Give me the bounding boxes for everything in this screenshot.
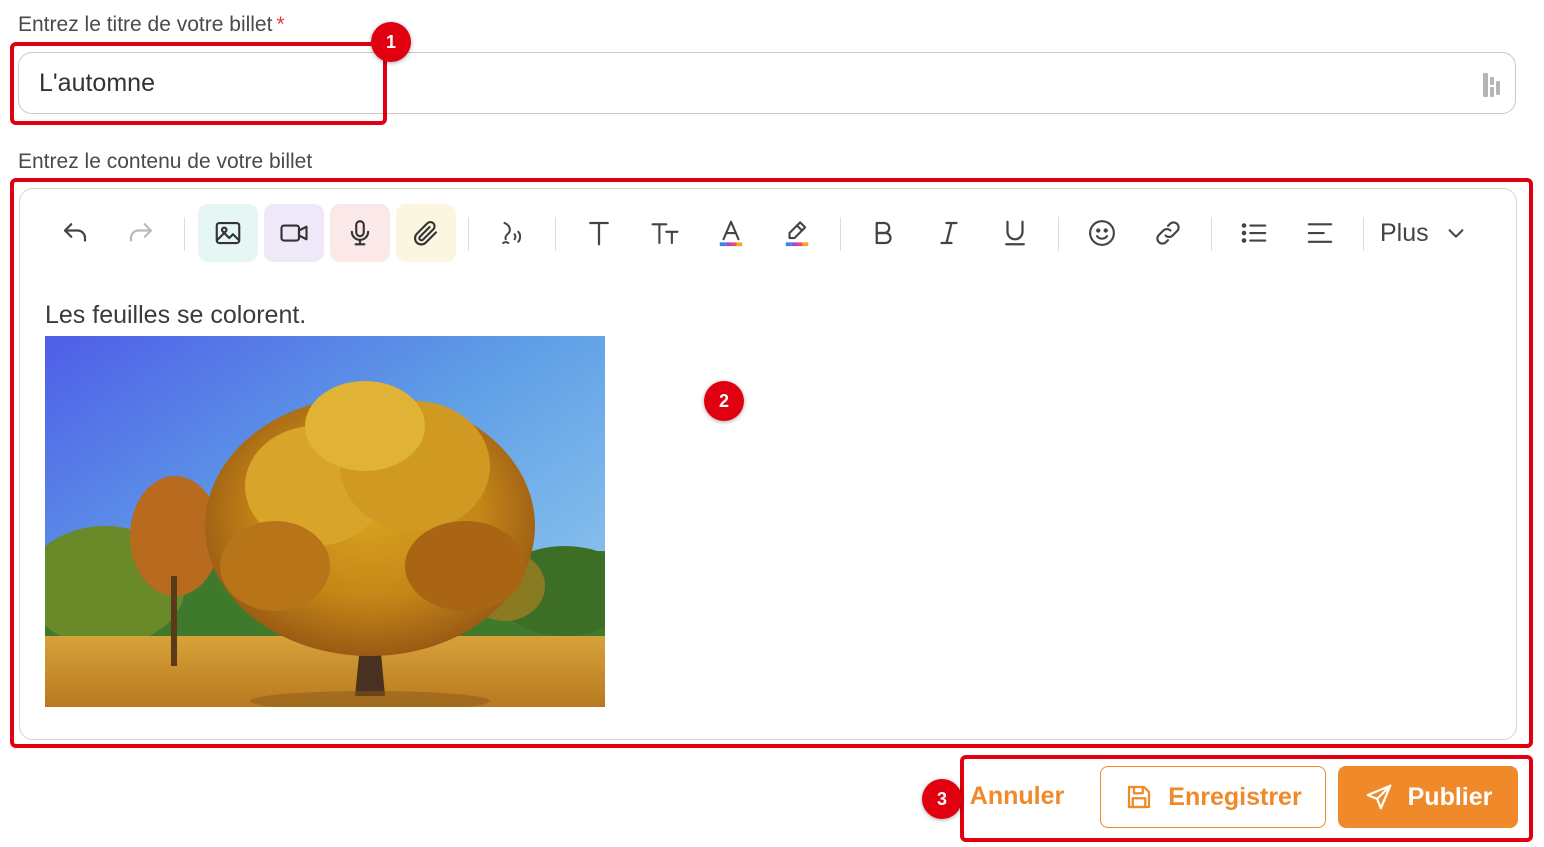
voice-dictation-icon (502, 222, 522, 244)
undo-icon (63, 223, 87, 242)
toolbar-separator (840, 217, 841, 251)
underline-button[interactable] (985, 204, 1045, 262)
save-button-label: Enregistrer (1168, 782, 1302, 811)
annotation-badge-2: 2 (704, 381, 744, 421)
save-icon (1128, 785, 1151, 809)
link-icon (1156, 221, 1180, 245)
underline-icon (1005, 220, 1025, 246)
undo-button[interactable] (45, 204, 105, 262)
editor-body-text: Les feuilles se colorent. (45, 301, 307, 329)
toolbar-separator (184, 217, 185, 251)
toolbar-separator (1211, 217, 1212, 251)
align-button[interactable] (1290, 204, 1350, 262)
publish-button-label: Publier (1407, 782, 1493, 811)
highlight-button[interactable] (767, 204, 827, 262)
microphone-icon (350, 220, 370, 246)
text-color-button[interactable] (701, 204, 761, 262)
attach-file-button[interactable] (396, 204, 456, 262)
toolbar-separator (555, 217, 556, 251)
emoji-icon (1089, 220, 1115, 246)
required-mark: * (276, 13, 285, 36)
italic-button[interactable] (919, 204, 979, 262)
more-options-label: Plus (1380, 218, 1429, 247)
bullet-list-icon (1241, 223, 1267, 243)
more-options-button[interactable]: Plus (1380, 204, 1490, 262)
editor-toolbar: Plus (20, 189, 1516, 279)
text-style-button[interactable] (569, 204, 629, 262)
bullet-list-button[interactable] (1224, 204, 1284, 262)
italic-icon (940, 221, 958, 245)
insert-video-button[interactable] (264, 204, 324, 262)
redo-button[interactable] (111, 204, 171, 262)
image-icon (215, 221, 241, 245)
title-label: Entrez le titre de votre billet * (18, 13, 285, 37)
video-icon (280, 224, 308, 242)
toolbar-separator (1363, 217, 1364, 251)
link-button[interactable] (1138, 204, 1198, 262)
title-input-value: L'automne (39, 68, 155, 97)
paperclip-icon (414, 221, 438, 246)
annotation-badge-1: 1 (371, 22, 411, 62)
annotation-badge-3: 3 (922, 779, 962, 819)
publish-button[interactable]: Publier (1338, 766, 1518, 828)
toolbar-separator (468, 217, 469, 251)
redo-icon (129, 223, 153, 242)
chevron-down-icon (1448, 229, 1464, 238)
title-input[interactable]: L'automne (18, 52, 1516, 114)
insert-image-button[interactable] (198, 204, 258, 262)
emoji-button[interactable] (1072, 204, 1132, 262)
highlight-icon (785, 221, 809, 247)
tree-illustration (45, 336, 605, 707)
content-label: Entrez le contenu de votre billet (18, 150, 313, 173)
send-icon (1366, 784, 1391, 810)
font-size-button[interactable] (635, 204, 695, 262)
cancel-button[interactable]: Annuler (966, 766, 1068, 826)
text-color-icon (719, 220, 743, 247)
align-icon (1307, 223, 1333, 243)
dictation-button[interactable] (482, 204, 542, 262)
rich-text-editor[interactable]: Plus Les feuilles se colorent. (19, 188, 1517, 740)
bold-button[interactable] (853, 204, 913, 262)
save-button[interactable]: Enregistrer (1100, 766, 1326, 828)
autumn-tree-image (45, 336, 605, 707)
extension-icon[interactable] (1483, 73, 1501, 102)
record-audio-button[interactable] (330, 204, 390, 262)
toolbar-separator (1058, 217, 1059, 251)
title-label-text: Entrez le titre de votre billet (18, 13, 273, 36)
font-size-icon (651, 223, 679, 245)
text-format-icon (589, 221, 609, 246)
bold-icon (875, 221, 892, 245)
